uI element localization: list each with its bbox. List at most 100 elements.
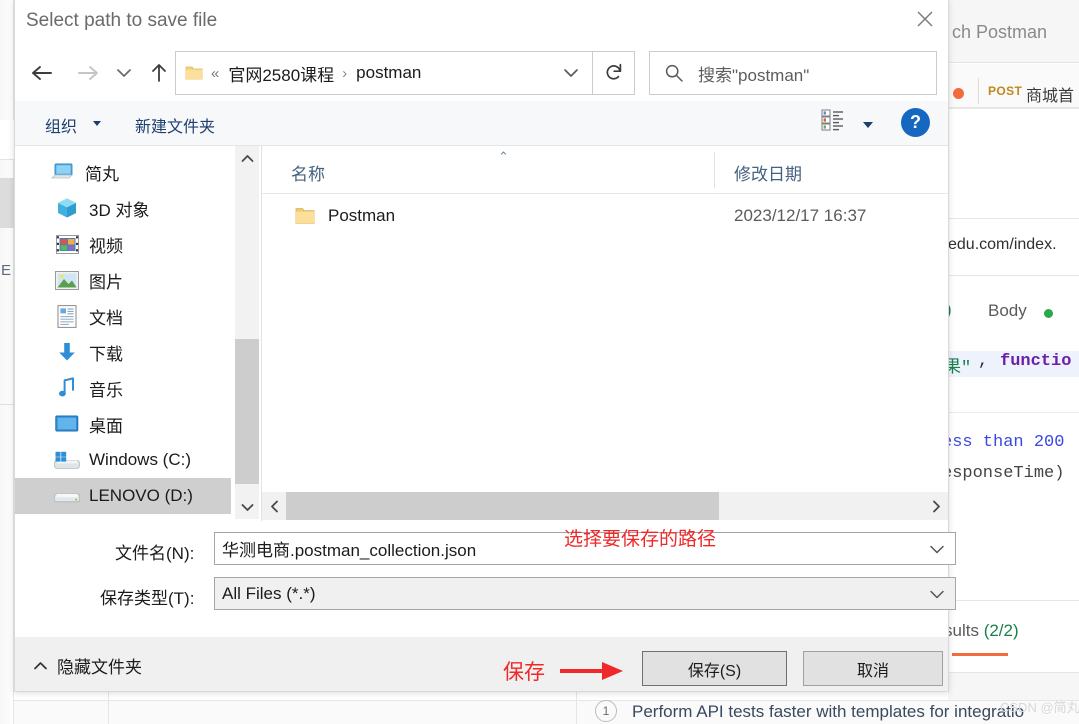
drive-icon [53,485,81,507]
scroll-down-icon[interactable] [235,495,259,519]
3d-objects-icon [53,197,81,219]
folder-icon [185,65,203,81]
scrollbar-thumb[interactable] [286,492,719,520]
column-header-name[interactable]: 名称 [291,160,325,185]
sidebar-item-3d-objects[interactable]: 3D 对象 [15,190,231,226]
view-options-caret-icon[interactable] [863,122,873,128]
postman-rail-highlight [0,178,14,228]
sidebar-item-downloads[interactable]: 下载 [15,334,231,370]
save-button[interactable]: 保存(S) [642,651,787,686]
folder-tree: 简丸 3D 对象 视频 图片 文档 下载 音乐 桌面 Windows (C:) … [15,154,231,514]
help-button[interactable]: ? [901,108,930,137]
savetype-select[interactable]: All Files (*.*) [214,577,956,610]
postman-code-function: functio [1000,352,1072,371]
scroll-up-icon[interactable] [235,146,259,170]
file-name: Postman [328,206,396,225]
new-folder-button[interactable]: 新建文件夹 [135,113,215,137]
breadcrumb-segment-1[interactable]: 官网2580课程 [228,61,334,86]
music-icon [53,377,81,399]
postman-footer-divider-2 [576,688,577,724]
dialog-footer: 隐藏文件夹 保存(S) 取消 [15,637,948,691]
view-layout-icon[interactable] [821,108,851,137]
sidebar-item-label: LENOVO (D:) [89,486,193,505]
navigation-pane: 简丸 3D 对象 视频 图片 文档 下载 音乐 桌面 Windows (C:) … [15,146,231,521]
sidebar-item-music[interactable]: 音乐 [15,370,231,406]
savetype-value: All Files (*.*) [222,583,316,603]
computer-icon [49,161,77,183]
savetype-dropdown-chevron-down-icon[interactable] [929,587,945,605]
sidebar-item-windows-c[interactable]: Windows (C:) [15,442,231,478]
recent-locations-chevron-down-icon[interactable] [111,54,137,92]
file-list-headers: 名称 ⌃ 修改日期 [262,146,948,194]
forward-arrow-icon[interactable] [70,54,106,92]
filename-dropdown-chevron-down-icon[interactable] [929,542,945,560]
column-divider[interactable] [714,152,715,188]
postman-url-fragment: edu.com/index. [948,236,1057,253]
column-header-date[interactable]: 修改日期 [734,160,802,185]
pictures-icon [53,269,81,291]
refresh-icon[interactable] [593,51,635,95]
postman-divider-1 [948,108,1079,109]
sidebar-item-computer[interactable]: 简丸 [15,154,231,190]
sidebar-item-label: 音乐 [89,380,123,400]
up-arrow-icon[interactable] [141,54,177,92]
back-arrow-icon[interactable] [24,54,60,92]
postman-code-line3: esponseTime) [942,464,1065,483]
search-input-placeholder[interactable]: 搜索"postman" [698,61,809,86]
results-count: (2/2) [983,621,1019,640]
address-bar[interactable]: « 官网2580课程 › postman [175,51,593,95]
sidebar-item-pictures[interactable]: 图片 [15,262,231,298]
scrollbar-thumb[interactable] [235,339,259,484]
annotation-save-label: 保存 [503,661,545,684]
cancel-button[interactable]: 取消 [803,651,943,686]
sidebar-item-lenovo-d[interactable]: LENOVO (D:) [15,478,231,514]
postman-divider-5 [948,600,1079,601]
address-dropdown-chevron-down-icon[interactable] [550,52,592,94]
dialog-title: Select path to save file [26,10,218,31]
sidebar-item-label: 下载 [89,344,123,364]
postman-results-underline [952,653,1008,656]
postman-divider-3 [948,275,1079,276]
breadcrumb-segment-2[interactable]: postman [356,63,421,83]
dialog-content: 简丸 3D 对象 视频 图片 文档 下载 音乐 桌面 Windows (C:) … [15,146,948,521]
folder-icon [295,207,315,225]
postman-footer-text: Perform API tests faster with templates … [632,702,1025,721]
sidebar-item-label: 文档 [89,308,123,328]
postman-divider-2 [948,218,1079,219]
sidebar-item-label: 桌面 [89,416,123,436]
sidebar-item-label: 3D 对象 [89,200,150,220]
watermark: CSDN @简丸**** [1000,700,1079,715]
sidebar-item-documents[interactable]: 文档 [15,298,231,334]
save-file-dialog: Select path to save file « 官网2580课程 › po… [14,0,956,692]
annotation-select-path: 选择要保存的路径 [564,529,717,550]
table-row[interactable]: Postman 2023/12/17 16:37 [262,194,948,238]
scroll-left-icon[interactable] [262,492,286,520]
sidebar-item-desktop[interactable]: 桌面 [15,406,231,442]
scroll-right-icon[interactable] [924,492,948,520]
dialog-titlebar: Select path to save file [15,0,948,46]
file-list-horizontal-scrollbar[interactable] [262,492,948,520]
dialog-navbar: « 官网2580课程 › postman 搜索"postman" [15,46,948,101]
address-overflow-chevron[interactable]: « [211,65,219,82]
savetype-label: 保存类型(T): [100,589,195,608]
file-list-pane: 名称 ⌃ 修改日期 Postman 2023/12/17 16:37 [262,146,948,521]
postman-rail-tab [0,120,14,160]
breadcrumb-separator: › [342,64,348,82]
videos-icon [53,233,81,255]
postman-tab-name: 商城首 [1026,88,1075,105]
windows-drive-icon [53,449,81,471]
organize-button[interactable]: 组织 [45,113,77,137]
postman-code-line2: ess than 200 [942,433,1065,452]
postman-search-label: ch Postman [952,22,1048,42]
search-box[interactable]: 搜索"postman" [649,51,937,95]
navigation-pane-scrollbar[interactable] [235,146,259,519]
filename-value: 华测电商.postman_collection.json [222,541,477,560]
postman-tab-method: POST [988,84,1023,98]
sidebar-item-videos[interactable]: 视频 [15,226,231,262]
dialog-form: 文件名(N): 华测电商.postman_collection.json 保存类… [15,527,956,620]
postman-footer-divider-1 [108,688,109,724]
dialog-command-bar: 组织 新建文件夹 [15,101,948,146]
hide-folders-toggle[interactable]: 隐藏文件夹 [33,653,142,678]
close-icon[interactable] [902,0,948,38]
organize-caret-icon[interactable] [93,121,101,126]
